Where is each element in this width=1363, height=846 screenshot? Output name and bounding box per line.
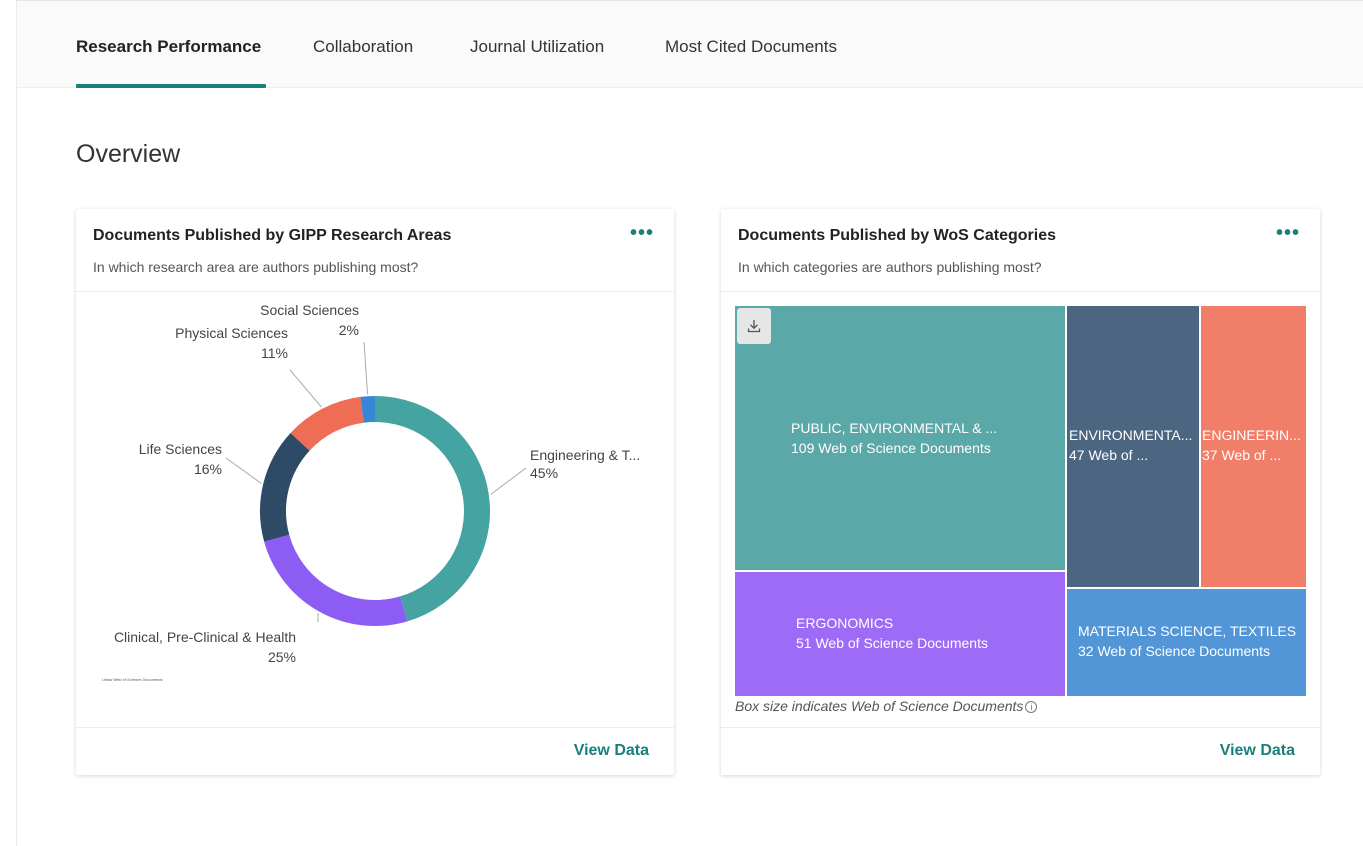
donut-slice-engineering-t[interactable] (374, 396, 490, 622)
slice-value-label: 2% (339, 322, 359, 338)
page-title: Overview (76, 140, 181, 168)
donut-slice-clinical-pre-clinical-health[interactable] (264, 534, 408, 626)
info-icon[interactable]: i (1025, 701, 1038, 713)
analytics-app: Research Performance Collaboration Journ… (0, 0, 1363, 846)
tab-journal-utilization[interactable]: Journal Utilization (470, 37, 604, 57)
card-title: Documents Published by WoS Categories (738, 227, 1056, 244)
tab-collaboration[interactable]: Collaboration (313, 37, 413, 57)
slice-label: Life Sciences (139, 441, 222, 457)
chart-footnote: Unital Web of Science Documents (102, 677, 163, 682)
card-subtitle: In which research area are authors publi… (93, 259, 419, 275)
treemap-tile-engineering[interactable]: ENGINEERIN... 37 Web of ... (1201, 306, 1306, 587)
donut-slice-social-sciences[interactable] (360, 396, 376, 423)
tile-value: 32 Web of Science Documents (1078, 643, 1270, 659)
tile-value: 109 Web of Science Documents (791, 440, 991, 456)
more-options-icon[interactable]: ••• (1276, 223, 1300, 243)
more-options-icon[interactable]: ••• (630, 223, 654, 243)
tab-research-performance[interactable]: Research Performance (76, 37, 261, 57)
card-header-divider (721, 291, 1320, 292)
tile-value: 37 Web of ... (1202, 447, 1282, 463)
leader-line (289, 369, 322, 408)
wos-categories-card: Documents Published by WoS Categories In… (721, 209, 1320, 775)
leader-line (363, 341, 369, 395)
view-data-link[interactable]: View Data (574, 742, 649, 760)
donut-slice-life-sciences[interactable] (260, 432, 310, 542)
download-button[interactable] (737, 308, 771, 344)
tab-bar: Research Performance Collaboration Journ… (17, 0, 1363, 88)
download-icon (747, 320, 761, 333)
slice-value-label: 11% (261, 345, 288, 361)
slice-value-label: 25% (268, 649, 296, 665)
slice-label: Social Sciences (260, 302, 359, 318)
view-data-link[interactable]: View Data (1220, 742, 1295, 760)
card-subtitle: In which categories are authors publishi… (738, 259, 1042, 275)
tab-most-cited-documents[interactable]: Most Cited Documents (665, 37, 837, 57)
slice-label: Physical Sciences (175, 325, 288, 341)
treemap-tile-materials-science[interactable]: MATERIALS SCIENCE, TEXTILES 32 Web of Sc… (1067, 589, 1306, 696)
tile-label: PUBLIC, ENVIRONMENTAL & ... (791, 420, 998, 436)
treemap-tile-public-environmental[interactable]: PUBLIC, ENVIRONMENTAL & ... 109 Web of S… (735, 306, 1065, 570)
slice-label: Engineering & T... (530, 447, 640, 463)
leader-line (225, 457, 262, 484)
treemap-tile-ergonomics[interactable]: ERGONOMICS 51 Web of Science Documents (735, 572, 1065, 696)
tile-label: ENVIRONMENTA... (1069, 427, 1193, 443)
tile-label: MATERIALS SCIENCE, TEXTILES (1078, 623, 1297, 639)
slice-value-label: 16% (194, 461, 222, 477)
card-title: Documents Published by GIPP Research Are… (93, 227, 452, 244)
treemap-tile-environmental[interactable]: ENVIRONMENTA... 47 Web of ... (1067, 306, 1199, 587)
treemap-note: Box size indicates Web of Science Docume… (735, 698, 1038, 714)
slice-value-label: 45% (530, 465, 558, 481)
card-footer-divider (721, 727, 1320, 728)
tile-value: 51 Web of Science Documents (796, 635, 988, 651)
slice-label: Clinical, Pre-Clinical & Health (114, 629, 296, 645)
research-areas-donut-chart: Engineering & T... 45% Clinical, Pre-Clini… (102, 302, 640, 682)
research-areas-card: Documents Published by GIPP Research Are… (76, 209, 674, 775)
donut-slice-physical-sciences[interactable] (290, 396, 365, 451)
left-border (16, 0, 17, 846)
wos-categories-treemap: PUBLIC, ENVIRONMENTAL & ... 109 Web of S… (735, 306, 1306, 696)
card-footer-divider (76, 727, 674, 728)
active-tab-indicator (76, 84, 266, 88)
tile-value: 47 Web of ... (1069, 447, 1149, 463)
leader-line (490, 467, 527, 495)
tile-label: ERGONOMICS (796, 615, 894, 631)
tile-label: ENGINEERIN... (1202, 427, 1301, 443)
